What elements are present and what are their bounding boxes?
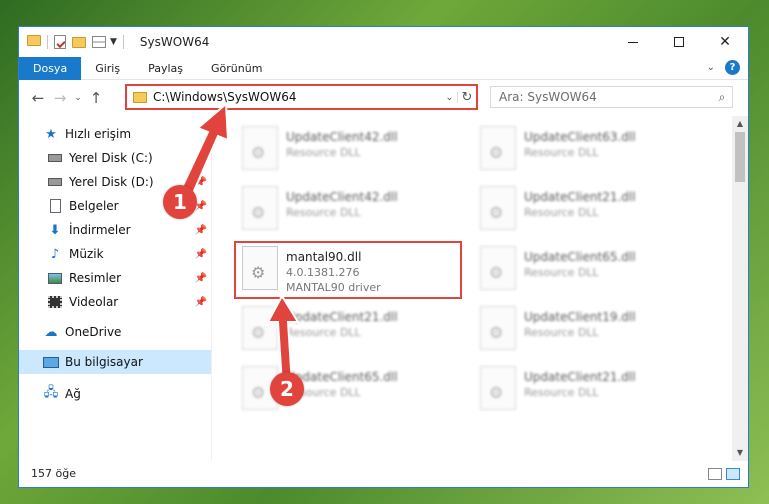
callout-step-1: 1 <box>163 185 197 219</box>
annotation-arrows <box>176 101 300 385</box>
callout-step-2: 2 <box>270 372 304 406</box>
arrow-2-icon <box>266 293 300 385</box>
